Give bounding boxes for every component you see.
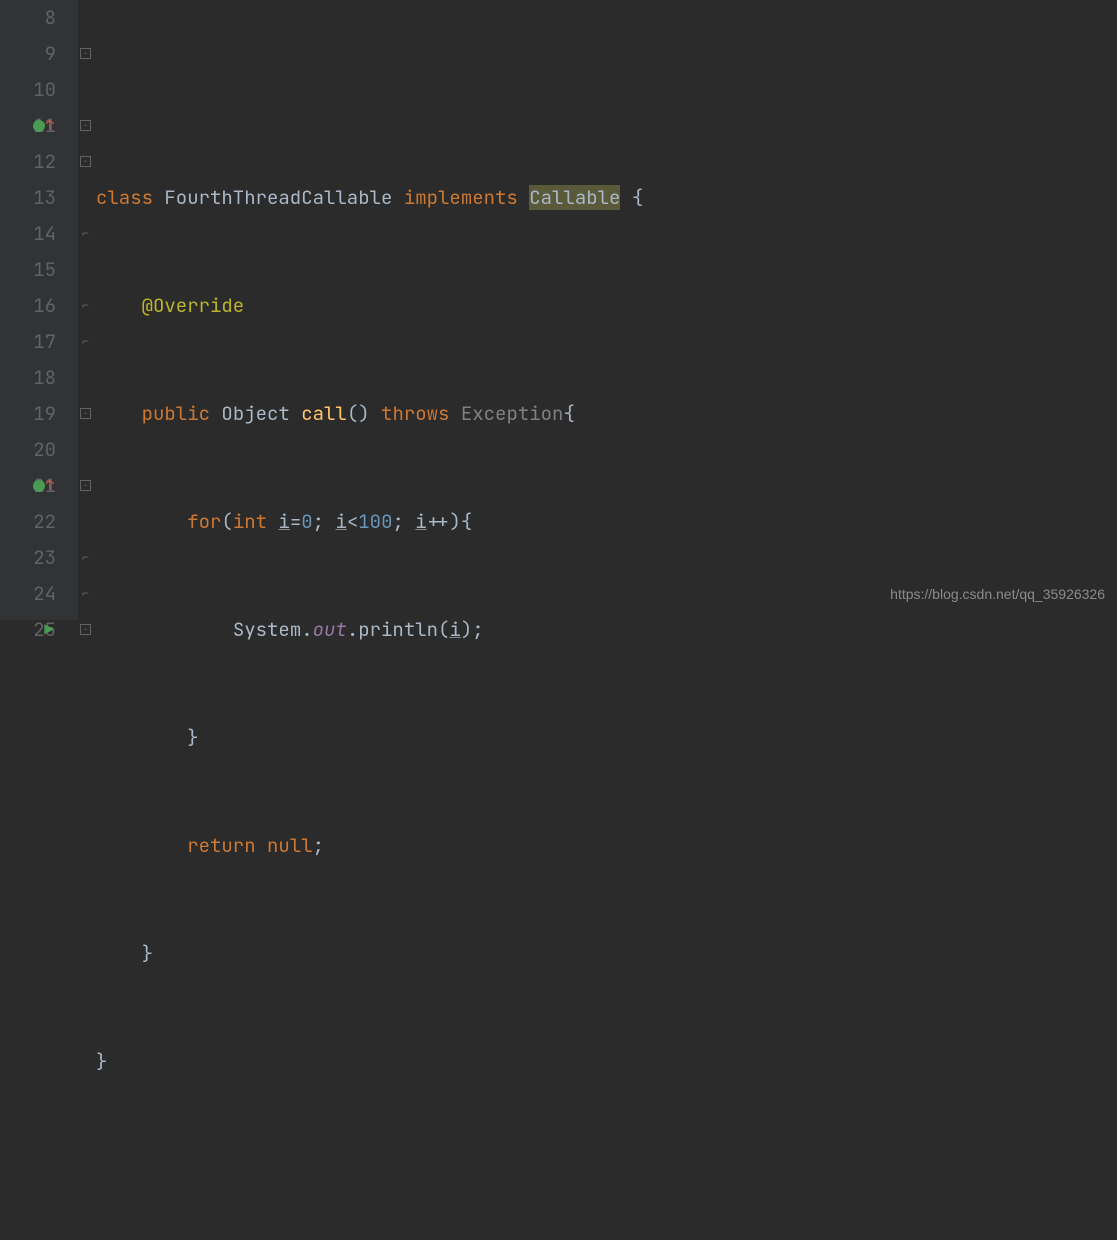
line-number: 21 ↑ [0,468,56,504]
code-line: System.out.println(i); [96,612,643,648]
override-gutter-icon[interactable]: ↑ [33,108,54,144]
fold-toggle[interactable]: − [80,624,91,635]
line-number: 13 [0,180,56,216]
code-line [96,1152,643,1188]
line-number: 16 [0,288,56,324]
fold-end-icon: ⌐ [80,588,91,599]
line-number: 22 [0,504,56,540]
code-line: @Override [96,288,643,324]
code-line [96,72,643,108]
code-line: public Object call() throws Exception{ [96,396,643,432]
fold-toggle[interactable]: − [80,120,91,131]
line-number: 23 [0,540,56,576]
line-number: 9 [0,36,56,72]
fold-toggle[interactable]: − [80,48,91,59]
line-number: 19 [0,396,56,432]
line-number: 14 [0,216,56,252]
line-number: 8 [0,0,56,36]
code-line: } [96,1044,643,1080]
run-gutter-icon[interactable]: ▶ [44,612,54,648]
line-number: 25 ▶ [0,612,56,648]
line-gutter: 8 9 10 11 ↑ 12 13 14 15 16 17 18 19 20 2… [0,0,78,620]
code-line: } [96,936,643,972]
fold-end-icon: ⌐ [80,336,91,347]
code-line: return null; [96,828,643,864]
watermark-text: https://blog.csdn.net/qq_35926326 [890,576,1105,612]
fold-end-icon: ⌐ [80,300,91,311]
fold-toggle[interactable]: − [80,408,91,419]
line-number: 20 [0,432,56,468]
fold-toggle[interactable]: − [80,480,91,491]
fold-column: − − − ⌐ ⌐ ⌐ − − ⌐ ⌐ − [78,0,96,620]
line-number: 12 [0,144,56,180]
code-line: } [96,720,643,756]
code-editor: 8 9 10 11 ↑ 12 13 14 15 16 17 18 19 20 2… [0,0,1117,620]
line-number: 17 [0,324,56,360]
override-gutter-icon[interactable]: ↑ [33,468,54,504]
fold-end-icon: ⌐ [80,552,91,563]
line-number: 11 ↑ [0,108,56,144]
code-line: for(int i=0; i<100; i++){ [96,504,643,540]
line-number: 18 [0,360,56,396]
line-number: 10 [0,72,56,108]
line-number: 15 [0,252,56,288]
line-number: 24 [0,576,56,612]
fold-end-icon: ⌐ [80,228,91,239]
fold-toggle[interactable]: − [80,156,91,167]
code-area[interactable]: class FourthThreadCallable implements Ca… [96,0,643,620]
code-line: class FourthThreadCallable implements Ca… [96,180,643,216]
